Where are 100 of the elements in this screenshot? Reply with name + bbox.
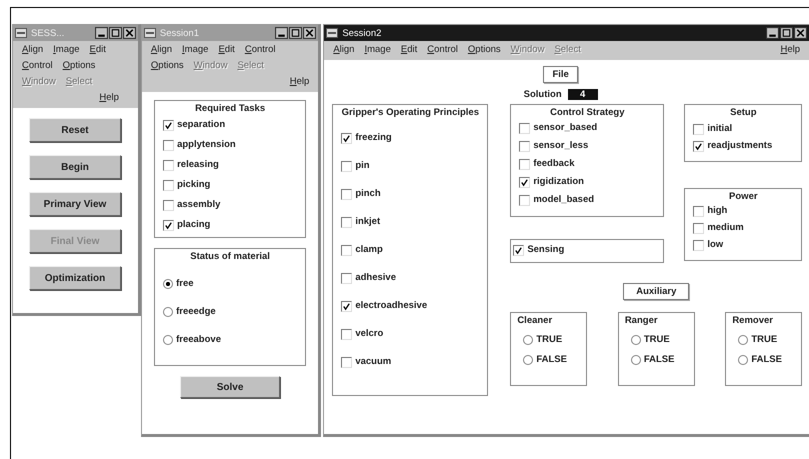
checkbox[interactable] [519,176,530,188]
radio-button[interactable] [163,279,174,289]
checkbox-label: applytension [177,139,236,151]
radio-label: TRUE [751,334,778,346]
checkbox[interactable] [693,206,704,216]
menu-item[interactable]: Align [17,43,48,57]
radio-label: freeedge [176,306,216,318]
group-title: Ranger [624,315,659,326]
maximize-icon[interactable] [108,27,122,39]
minimize-icon[interactable] [275,27,288,39]
close-icon[interactable] [303,27,316,39]
checkbox[interactable] [693,222,704,234]
checkbox[interactable] [693,140,704,152]
checkbox-label: sensor_less [533,140,588,152]
radio-label: FALSE [644,354,674,366]
group-title: Remover [732,315,774,326]
checkbox[interactable] [163,160,174,170]
checkbox[interactable] [341,272,352,284]
menu-item[interactable]: Control [240,43,280,57]
checkbox[interactable] [341,132,352,144]
radio-button[interactable] [738,355,748,365]
window-title: SESS... [31,28,66,38]
radio-button[interactable] [523,355,534,365]
checkbox[interactable] [519,158,530,170]
menu-item[interactable]: Help [17,91,124,105]
menu-item[interactable]: Align [146,43,178,57]
close-icon[interactable] [794,27,807,39]
checkbox[interactable] [163,120,174,130]
checkbox-label: rigidization [533,176,584,188]
checkbox[interactable] [341,356,352,368]
checkbox-label: model_based [533,194,594,206]
radio-button[interactable] [163,307,174,317]
checkbox[interactable] [163,180,174,190]
minimize-icon[interactable] [766,27,779,39]
checkbox[interactable] [513,244,524,256]
checkbox-label: feedback [533,158,574,170]
checkbox[interactable] [519,194,530,206]
menu-item[interactable]: Options [58,59,100,73]
checkbox[interactable] [693,124,704,134]
solution-label: Solution [524,89,562,100]
action-button[interactable]: Reset [29,118,121,142]
group-title: Setup [729,107,758,118]
maximize-icon[interactable] [289,27,302,39]
checkbox[interactable] [163,200,174,210]
menu-item[interactable]: Edit [213,43,240,57]
checkbox[interactable] [341,300,352,312]
menu-item[interactable]: Image [48,43,85,57]
checkbox[interactable] [693,240,704,250]
group-title: Status of material [189,251,271,262]
action-button[interactable]: Optimization [29,266,121,290]
radio-button[interactable] [163,335,174,345]
menu-item[interactable]: Options [462,43,506,57]
checkbox-label: low [707,239,724,251]
close-icon[interactable] [122,27,136,39]
menu-item[interactable]: Image [177,43,214,57]
radio-button[interactable] [738,335,748,345]
checkbox[interactable] [163,140,174,150]
menu-item[interactable]: Options [146,59,189,73]
minimize-icon[interactable] [94,27,108,39]
system-menu-icon[interactable] [15,28,27,38]
checkbox-label: assembly [177,199,220,211]
menu-item[interactable]: Control [422,43,463,57]
checkbox[interactable] [341,188,352,200]
system-menu-icon[interactable] [326,28,338,38]
checkbox[interactable] [341,244,352,256]
menu-item[interactable]: Edit [84,43,111,57]
file-button[interactable]: File [543,66,578,83]
menu-item[interactable]: Align [328,43,360,57]
radio-label: TRUE [536,334,562,346]
radio-button[interactable] [630,335,641,345]
group-title: Power [728,191,759,202]
checkbox[interactable] [519,122,530,134]
auxiliary-button[interactable]: Auxiliary [623,283,690,300]
checkbox[interactable] [341,328,352,340]
maximize-icon[interactable] [780,27,793,39]
system-menu-icon[interactable] [144,28,156,38]
group-title: Required Tasks [194,103,266,114]
checkbox-label: placing [177,219,210,231]
checkbox-label: velcro [355,328,384,340]
radio-button[interactable] [523,335,534,345]
action-button[interactable]: Primary View [29,192,121,216]
action-button[interactable]: Begin [29,155,121,179]
group-title: Gripper's Operating Principles [341,107,480,118]
checkbox[interactable] [163,220,174,230]
checkbox-label: readjustments [707,140,772,152]
menu-item[interactable]: Help [146,75,314,89]
radio-button[interactable] [630,355,641,365]
checkbox[interactable] [341,216,352,228]
menu-item[interactable]: Edit [396,43,422,57]
checkbox[interactable] [519,140,530,152]
window-title: Session2 [342,28,382,38]
checkbox[interactable] [341,160,352,172]
menu-item[interactable]: Image [359,43,396,57]
menu-item[interactable]: Help [775,43,805,57]
window-title: Session1 [160,28,200,38]
radio-label: FALSE [751,354,782,366]
checkbox-label: separation [177,119,226,131]
menu-item[interactable]: Control [17,59,58,73]
solve-button[interactable]: Solve [180,376,280,398]
group-title: Control Strategy [549,107,626,118]
